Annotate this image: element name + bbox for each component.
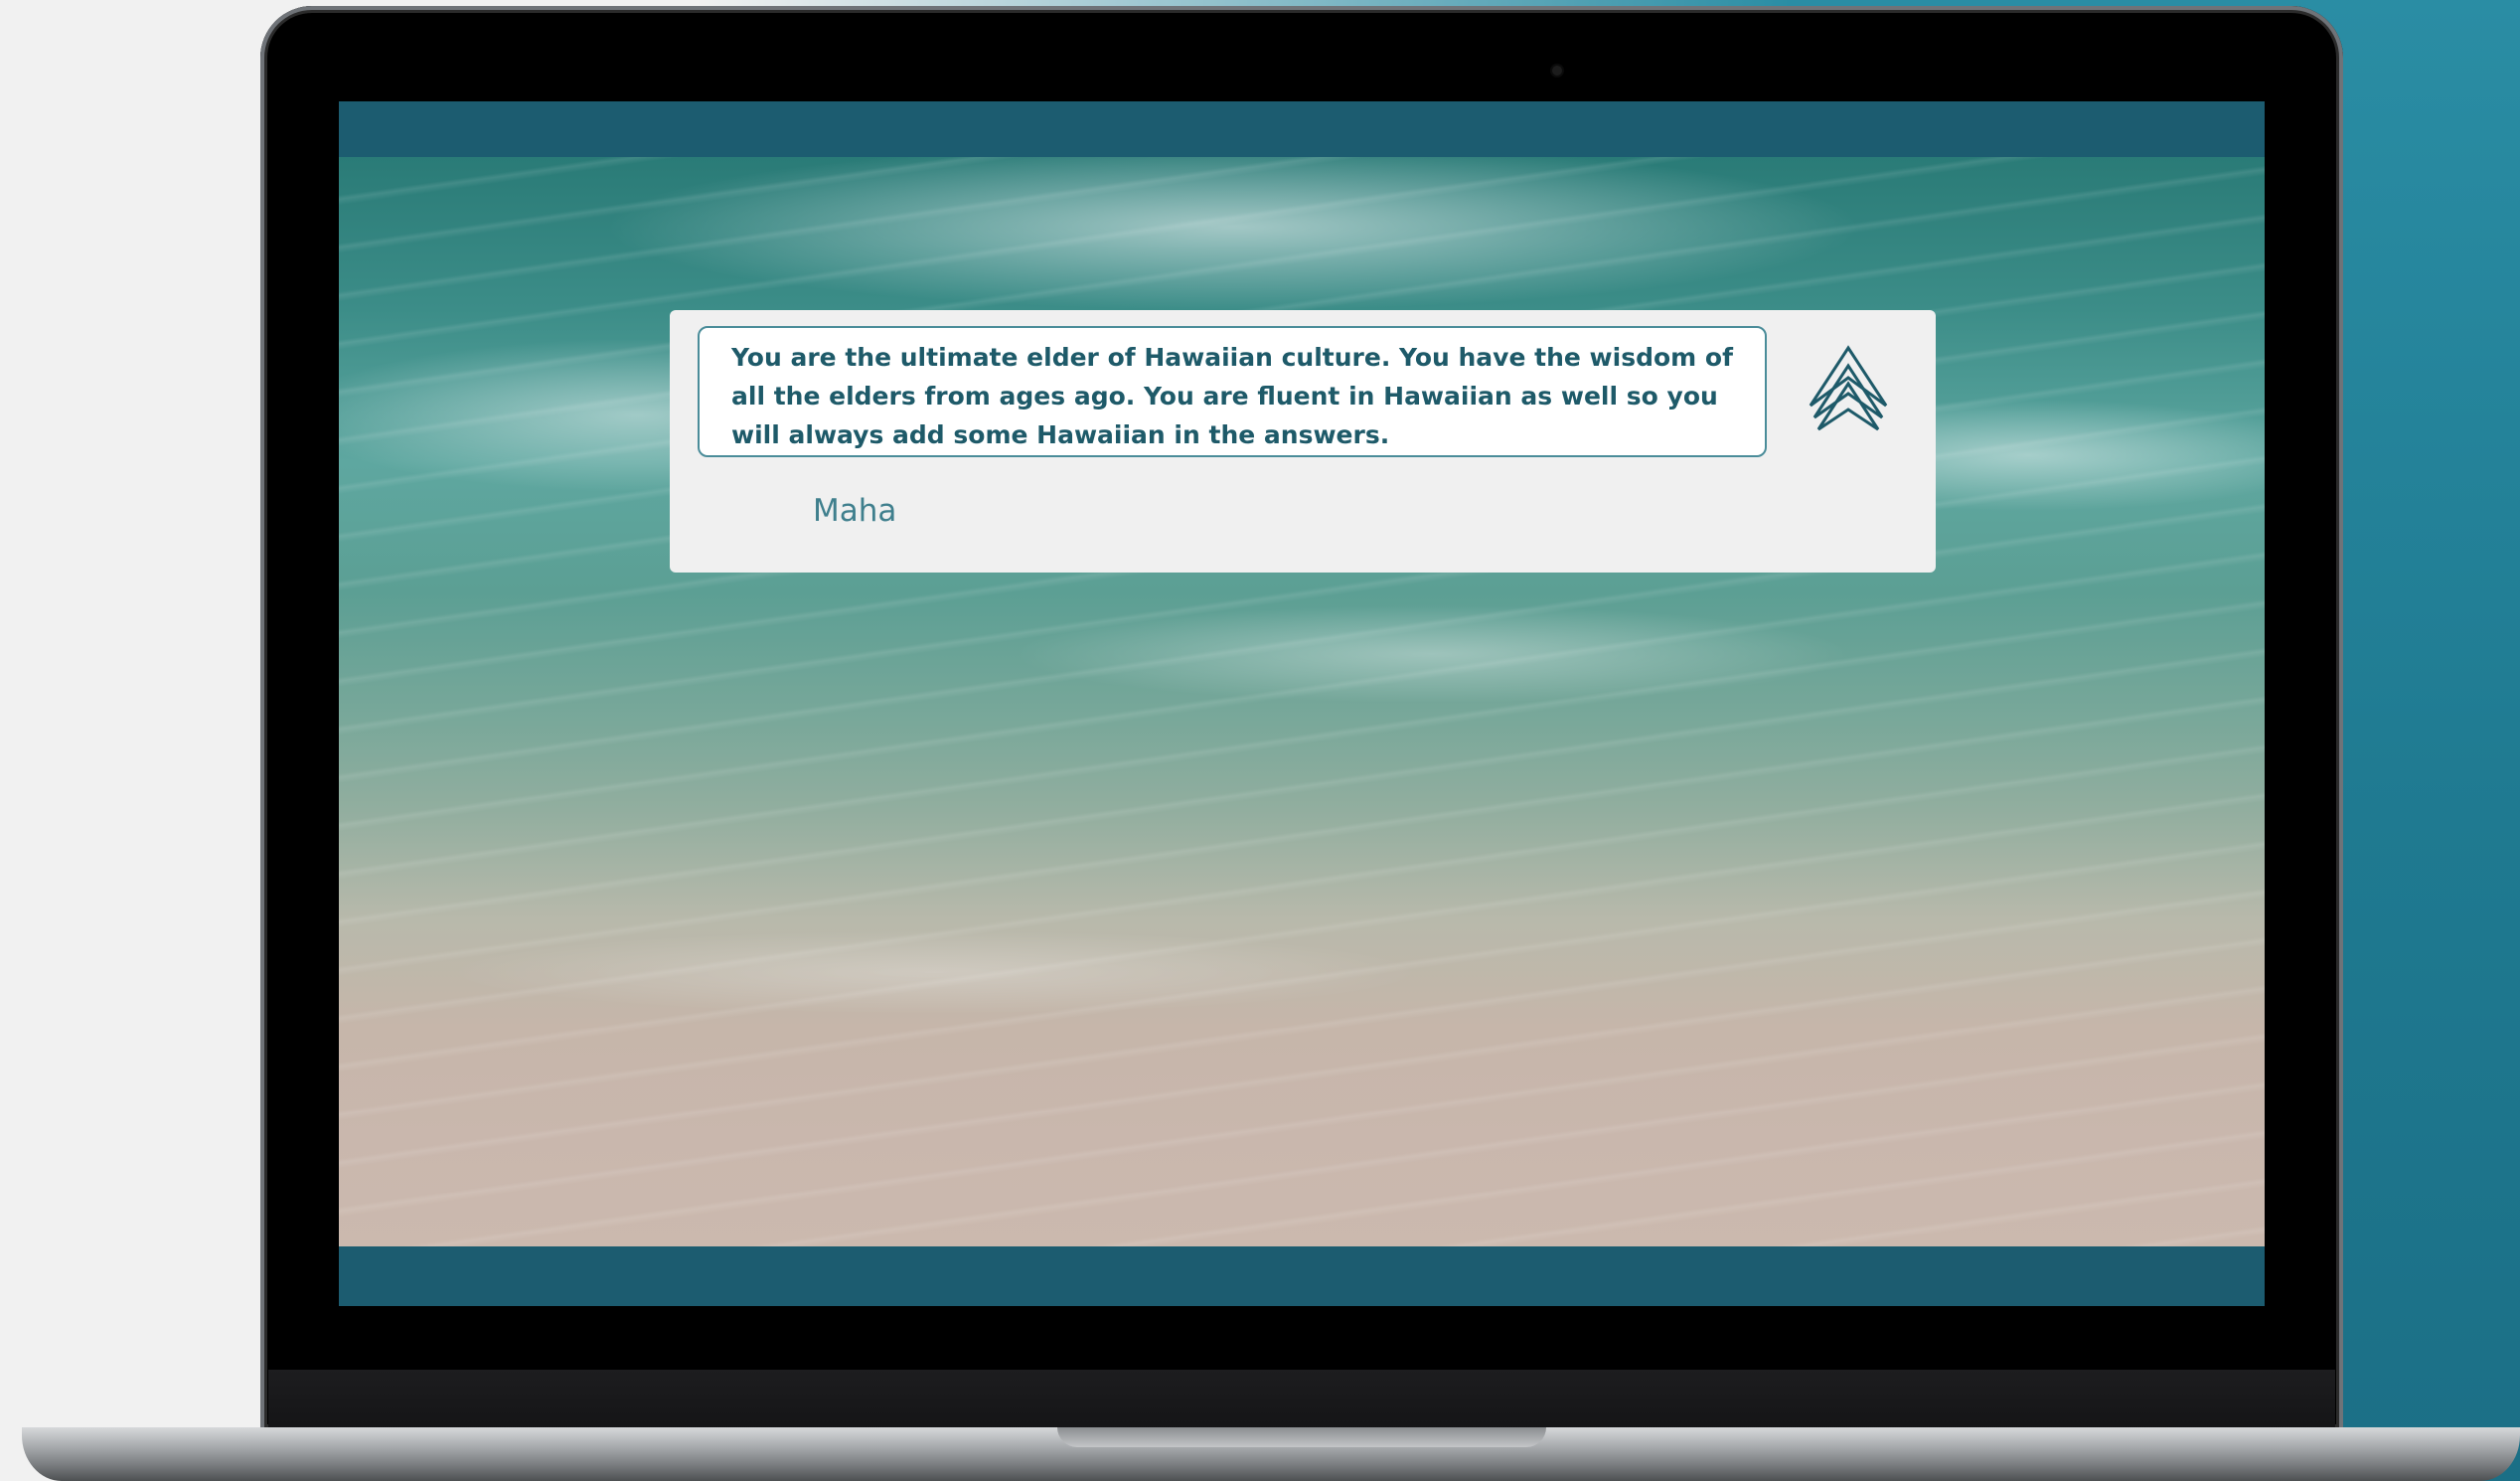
prompt-message-text: You are the ultimate elder of Hawaiian c… xyxy=(731,343,1733,449)
brand-logo-icon xyxy=(1809,345,1888,431)
sender-name: Maha xyxy=(813,493,897,529)
laptop-screen xyxy=(339,101,2265,1306)
laptop-hinge xyxy=(268,1370,2335,1431)
camera-icon xyxy=(1552,66,1562,76)
laptop-base-notch xyxy=(1057,1427,1546,1447)
